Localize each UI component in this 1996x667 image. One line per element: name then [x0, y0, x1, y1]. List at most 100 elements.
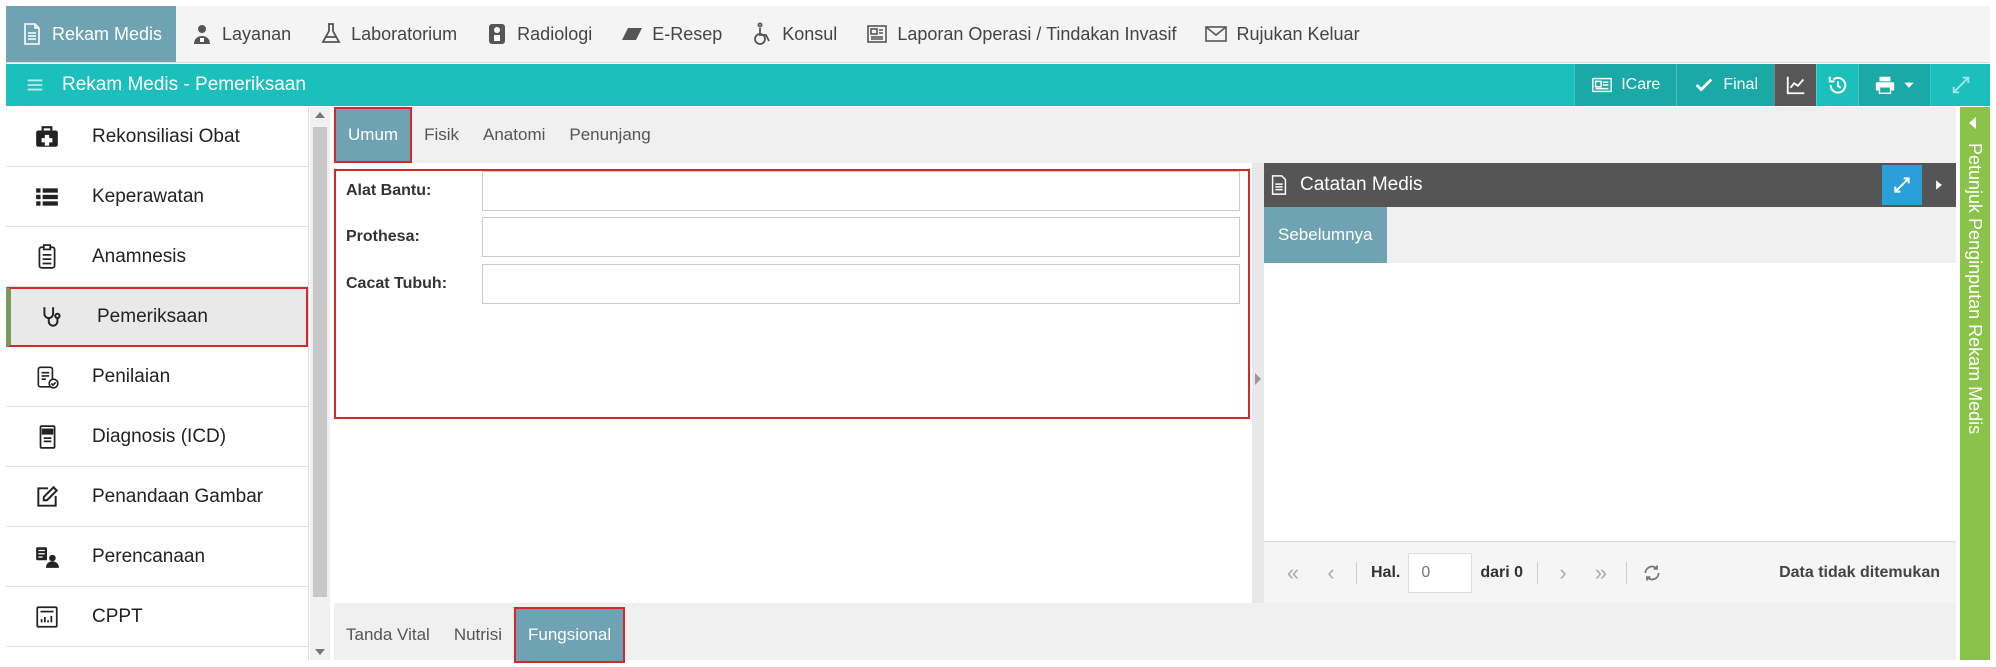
- sidebar-item-diagnosis-icd[interactable]: Diagnosis (ICD): [6, 407, 308, 467]
- next-page-button[interactable]: ›: [1544, 553, 1582, 593]
- tab-fisik[interactable]: Fisik: [412, 107, 471, 163]
- notes-list: [1264, 263, 1956, 541]
- cacat-tubuh-label: Cacat Tubuh:: [346, 275, 448, 292]
- nav-laporan-operasi[interactable]: Laporan Operasi / Tindakan Invasif: [851, 6, 1190, 62]
- chart-button[interactable]: [1774, 64, 1816, 106]
- nav-rujukan-keluar[interactable]: Rujukan Keluar: [1190, 6, 1373, 62]
- notes-pager: « ‹ Hal. dari 0 › » Data tidak ditemukan: [1264, 541, 1956, 603]
- nav-label: Rekam Medis: [52, 23, 163, 44]
- sidebar-item-rekonsiliasi-obat[interactable]: Rekonsiliasi Obat: [6, 107, 308, 167]
- prothesa-row: Prothesa:: [346, 217, 1240, 257]
- document-icon: [1271, 175, 1287, 195]
- sidebar-item-label: Keperawatan: [92, 185, 204, 207]
- sidebar-item-label: Rekonsiliasi Obat: [92, 125, 240, 147]
- alat-bantu-field[interactable]: [482, 171, 1240, 211]
- print-button[interactable]: [1858, 64, 1930, 106]
- sidebar-item-label: Pemeriksaan: [97, 306, 208, 327]
- first-page-button[interactable]: «: [1274, 553, 1312, 593]
- sidebar: Rekonsiliasi Obat Keperawatan Anamnesis …: [6, 107, 309, 660]
- id-card-icon: [1592, 77, 1613, 93]
- nav-laboratorium[interactable]: Laboratorium: [305, 6, 471, 62]
- caret-right-icon: [1936, 180, 1942, 190]
- main-content: Umum Fisik Anatomi Penunjang Alat Bantu:…: [334, 107, 1956, 663]
- icare-button[interactable]: ICare: [1574, 64, 1677, 106]
- nav-layanan[interactable]: Layanan: [176, 6, 305, 62]
- flask-icon: [321, 23, 341, 43]
- caret-left-icon: [1969, 117, 1976, 129]
- user-nurse-icon: [194, 25, 211, 44]
- tab-nutrisi[interactable]: Nutrisi: [442, 607, 514, 663]
- sidebar-item-penilaian[interactable]: Penilaian: [6, 347, 308, 407]
- sidebar-item-label: CPPT: [92, 605, 143, 627]
- tab-tanda-vital[interactable]: Tanda Vital: [334, 607, 442, 663]
- top-navigation: Rekam Medis Layanan Laboratorium Radiolo…: [6, 6, 1990, 63]
- page-number-input[interactable]: [1408, 552, 1473, 593]
- nav-konsul[interactable]: Konsul: [736, 6, 851, 62]
- expand-notes-button[interactable]: [1882, 165, 1922, 205]
- last-page-button[interactable]: »: [1582, 553, 1620, 593]
- sidebar-item-keperawatan[interactable]: Keperawatan: [6, 167, 308, 227]
- planning-icon: [36, 546, 59, 568]
- catatan-medis-panel: Catatan Medis Sebelumnya « ‹ Hal. dari 0…: [1264, 163, 1956, 603]
- history-icon: [1828, 76, 1846, 94]
- menu-icon[interactable]: [24, 74, 46, 96]
- caret-right-icon: [1255, 373, 1261, 385]
- icare-label: ICare: [1621, 76, 1661, 93]
- tab-sebelumnya[interactable]: Sebelumnya: [1264, 207, 1387, 263]
- final-button[interactable]: Final: [1676, 64, 1774, 106]
- sidebar-item-perencanaan[interactable]: Perencanaan: [6, 527, 308, 587]
- history-button[interactable]: [1816, 64, 1858, 106]
- tab-anatomi[interactable]: Anatomi: [471, 107, 557, 163]
- list-icon: [36, 187, 58, 206]
- pager-divider: [1537, 561, 1539, 584]
- alat-bantu-row: Alat Bantu:: [346, 171, 1240, 211]
- help-rail-label: Petunjuk Penginputan Rekam Medis: [1965, 143, 1985, 435]
- title-bar: Rekam Medis - Pemeriksaan ICare Final: [6, 64, 1990, 106]
- panel-splitter[interactable]: [1252, 163, 1264, 603]
- scroll-down-arrow[interactable]: [315, 649, 325, 655]
- tab-umum[interactable]: Umum: [334, 107, 413, 163]
- sidebar-item-label: Diagnosis (ICD): [92, 425, 227, 447]
- catatan-medis-title: Catatan Medis: [1300, 174, 1423, 195]
- sidebar-item-label: Perencanaan: [92, 545, 206, 567]
- pager-divider: [1626, 561, 1628, 584]
- pager-divider: [1356, 561, 1357, 584]
- sidebar-item-label: Anamnesis: [92, 245, 186, 267]
- tab-fungsional[interactable]: Fungsional: [513, 607, 626, 663]
- sidebar-item-anamnesis[interactable]: Anamnesis: [6, 227, 308, 287]
- sidebar-item-pemeriksaan[interactable]: Pemeriksaan: [6, 287, 308, 347]
- refresh-button[interactable]: [1633, 553, 1671, 593]
- prothesa-field[interactable]: [482, 217, 1240, 257]
- expand-icon: [1894, 177, 1910, 193]
- page-total: dari 0: [1480, 563, 1524, 581]
- sidebar-scrollbar[interactable]: [310, 107, 330, 660]
- sidebar-item-label: Penilaian: [92, 365, 171, 387]
- prev-page-button[interactable]: ‹: [1312, 553, 1350, 593]
- line-chart-icon: [1786, 76, 1804, 95]
- alat-bantu-label: Alat Bantu:: [346, 182, 432, 199]
- eraser-icon: [622, 28, 643, 40]
- scroll-up-arrow[interactable]: [315, 112, 325, 118]
- nav-label: Rujukan Keluar: [1236, 23, 1360, 44]
- document-icon: [24, 23, 40, 45]
- nav-radiologi[interactable]: Radiologi: [471, 6, 606, 62]
- tab-penunjang[interactable]: Penunjang: [557, 107, 662, 163]
- help-rail[interactable]: Petunjuk Penginputan Rekam Medis: [1960, 107, 1990, 660]
- sidebar-item-penandaan-gambar[interactable]: Penandaan Gambar: [6, 467, 308, 527]
- newspaper-icon: [867, 25, 888, 43]
- nav-e-resep[interactable]: E-Resep: [606, 6, 736, 62]
- scroll-thumb[interactable]: [313, 127, 327, 597]
- expand-icon: [1952, 76, 1969, 94]
- sidebar-item-cppt[interactable]: CPPT: [6, 587, 308, 647]
- nav-rekam-medis[interactable]: Rekam Medis: [6, 6, 177, 62]
- edit-icon: [37, 485, 59, 507]
- cacat-tubuh-field[interactable]: [482, 264, 1240, 304]
- icd-book-icon: [39, 424, 56, 449]
- collapse-notes-button[interactable]: [1922, 178, 1956, 192]
- check-icon: [1696, 78, 1713, 92]
- catatan-medis-header: Catatan Medis: [1264, 163, 1956, 207]
- print-icon: [1875, 76, 1894, 94]
- notes-tabs: Sebelumnya: [1264, 207, 1956, 263]
- fullscreen-button[interactable]: [1930, 64, 1990, 106]
- clipboard-icon: [38, 243, 56, 269]
